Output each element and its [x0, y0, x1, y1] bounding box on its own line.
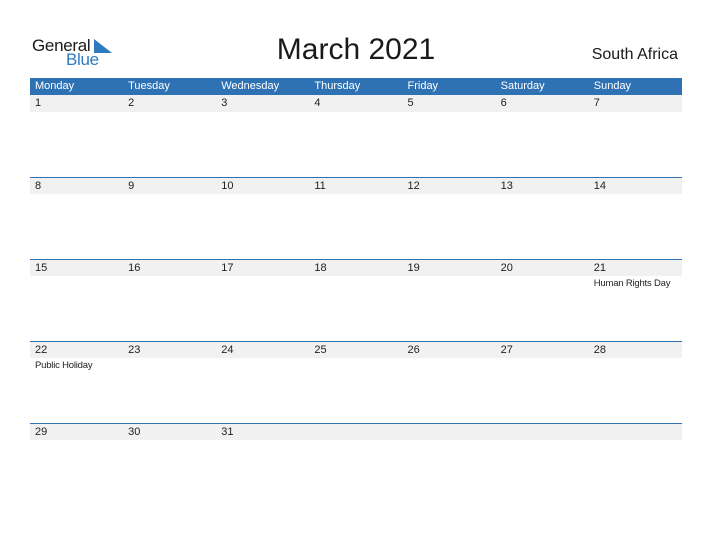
day-number	[309, 424, 402, 440]
holiday-label	[123, 440, 216, 442]
day-number: 8	[35, 180, 42, 192]
holiday-label	[123, 276, 216, 289]
holiday-label	[216, 194, 309, 196]
day-number: 15	[35, 262, 48, 274]
day-number: 25	[314, 344, 327, 356]
day-number: 23	[128, 344, 141, 356]
day-number: 30	[128, 426, 141, 438]
holiday-label	[309, 194, 402, 196]
day-number: 9	[128, 180, 135, 192]
holiday-label	[496, 358, 589, 371]
week-row: 29 30 31	[30, 423, 682, 505]
day-number-row: 8 9 10 11 12 13 14	[30, 177, 682, 194]
day-number: 22	[35, 344, 48, 356]
day-number: 7	[593, 97, 600, 109]
day-number: 18	[314, 262, 327, 274]
holiday-label: Public Holiday	[35, 360, 93, 371]
country-label: South Africa	[591, 46, 678, 63]
holiday-label	[496, 112, 589, 114]
day-number	[403, 424, 496, 440]
day-number: 5	[407, 97, 414, 109]
day-number: 27	[500, 344, 513, 356]
day-number: 6	[500, 97, 507, 109]
weekday-friday: Friday	[407, 80, 439, 92]
weekday-saturday: Saturday	[500, 80, 545, 92]
holiday-label	[403, 276, 496, 289]
weekday-sunday: Sunday	[593, 80, 632, 92]
week-row: 22 23 24 25 26 27 28 Public Holiday	[30, 341, 682, 423]
holiday-label	[309, 276, 402, 289]
event-row	[30, 112, 682, 114]
day-number: 24	[221, 344, 234, 356]
holiday-label	[309, 112, 402, 114]
holiday-label	[30, 276, 123, 289]
holiday-label	[216, 112, 309, 114]
holiday-label	[589, 194, 682, 196]
event-row: Public Holiday	[30, 358, 682, 371]
weekday-header: Monday Tuesday Wednesday Thursday Friday…	[30, 78, 682, 95]
holiday-label	[496, 440, 589, 442]
day-number: 11	[314, 180, 326, 192]
day-number-row: 15 16 17 18 19 20 21	[30, 259, 682, 276]
day-number: 16	[128, 262, 141, 274]
holiday-label	[30, 440, 123, 442]
day-number-row: 22 23 24 25 26 27 28	[30, 341, 682, 358]
day-number: 4	[314, 97, 321, 109]
day-number: 31	[221, 426, 234, 438]
event-row	[30, 440, 682, 442]
weekday-thursday: Thursday	[314, 80, 361, 92]
day-number: 14	[593, 180, 606, 192]
day-number: 19	[407, 262, 420, 274]
weekday-tuesday: Tuesday	[128, 80, 170, 92]
day-number: 10	[221, 180, 234, 192]
holiday-label	[216, 440, 309, 442]
event-row	[30, 194, 682, 196]
holiday-label	[496, 194, 589, 196]
day-number	[496, 424, 589, 440]
day-number: 17	[221, 262, 234, 274]
holiday-label: Human Rights Day	[593, 278, 671, 289]
week-row: 8 9 10 11 12 13 14	[30, 177, 682, 259]
holiday-label	[403, 358, 496, 371]
holiday-label	[403, 440, 496, 442]
day-number: 1	[35, 97, 42, 109]
week-row: 15 16 17 18 19 20 21 Human Rights Day	[30, 259, 682, 341]
calendar-grid: Monday Tuesday Wednesday Thursday Friday…	[30, 78, 682, 505]
holiday-label	[30, 112, 123, 114]
week-row: 1 2 3 4 5 6 7	[30, 95, 682, 177]
holiday-label	[30, 194, 123, 196]
weekday-wednesday: Wednesday	[221, 80, 280, 92]
day-number: 21	[593, 262, 606, 274]
day-number: 26	[407, 344, 420, 356]
weekday-monday: Monday	[35, 80, 75, 92]
holiday-label	[403, 194, 496, 196]
holiday-label	[589, 358, 682, 371]
day-number-row: 1 2 3 4 5 6 7	[30, 95, 682, 112]
day-number: 28	[593, 344, 606, 356]
day-number	[589, 424, 682, 440]
day-number: 12	[407, 180, 420, 192]
holiday-label	[589, 112, 682, 114]
day-number-row: 29 30 31	[30, 423, 682, 440]
day-number: 20	[500, 262, 513, 274]
day-number: 2	[128, 97, 135, 109]
holiday-label	[496, 276, 589, 289]
day-number: 3	[221, 97, 228, 109]
holiday-label	[589, 440, 682, 442]
holiday-label	[309, 440, 402, 442]
holiday-label	[123, 358, 216, 371]
holiday-label	[123, 194, 216, 196]
holiday-label	[309, 358, 402, 371]
holiday-label	[216, 358, 309, 371]
day-number: 13	[500, 180, 513, 192]
holiday-label	[123, 112, 216, 114]
day-number: 29	[35, 426, 48, 438]
holiday-label	[216, 276, 309, 289]
event-row: Human Rights Day	[30, 276, 682, 289]
holiday-label	[403, 112, 496, 114]
